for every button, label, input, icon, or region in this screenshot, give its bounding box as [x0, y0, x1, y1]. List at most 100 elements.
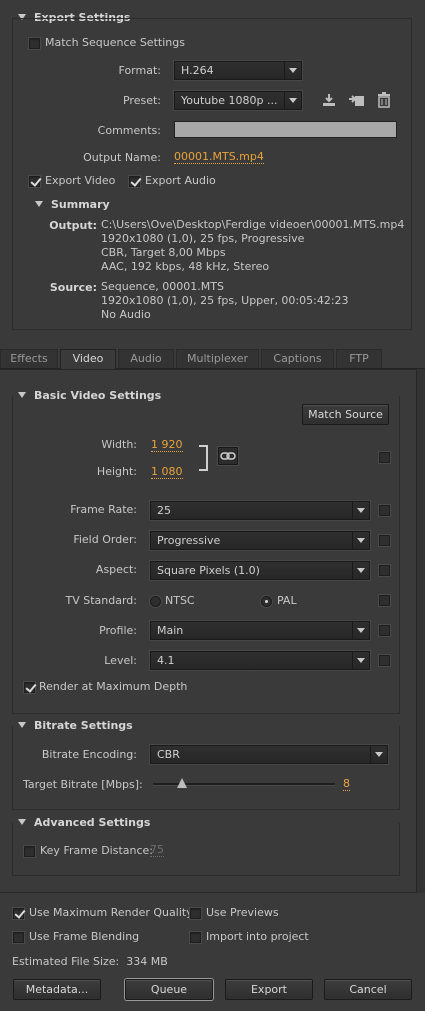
match-source-button[interactable]: Match Source [302, 404, 389, 425]
render-max-depth-checkbox[interactable] [24, 682, 35, 693]
use-previews-checkbox[interactable] [190, 908, 201, 919]
summary-source-line: No Audio [101, 308, 151, 321]
dropdown-arrow-icon [284, 62, 301, 79]
bitrate-encoding-value: CBR [157, 748, 180, 761]
field-order-value: Progressive [157, 534, 221, 547]
width-value[interactable]: 1 920 [151, 439, 183, 452]
frame-rate-label: Frame Rate: [70, 503, 137, 516]
summary-output-line: AAC, 192 kbps, 48 kHz, Stereo [101, 260, 270, 273]
level-dropdown[interactable]: 4.1 [150, 651, 370, 670]
link-dimensions-button[interactable] [218, 447, 238, 465]
field-order-dropdown[interactable]: Progressive [150, 531, 370, 550]
comments-input[interactable] [174, 121, 397, 138]
tv-standard-label: TV Standard: [65, 594, 138, 607]
queue-button[interactable]: Queue [125, 979, 213, 1000]
use-previews-label: Use Previews [206, 906, 279, 919]
profile-dropdown[interactable]: Main [150, 621, 370, 640]
comments-label: Comments: [97, 124, 161, 137]
frame-rate-dropdown[interactable]: 25 [150, 501, 370, 520]
summary-header[interactable]: Summary [35, 198, 110, 211]
aspect-lock-bracket [199, 445, 208, 471]
target-bitrate-slider-thumb[interactable] [177, 778, 188, 788]
max-render-quality-label: Use Maximum Render Quality [29, 906, 193, 919]
export-video-label: Export Video [45, 174, 116, 187]
tab-effects[interactable]: Effects [0, 349, 58, 368]
format-dropdown[interactable]: H.264 [174, 61, 302, 80]
dropdown-arrow-icon [352, 532, 369, 549]
match-sequence-checkbox[interactable] [29, 38, 40, 49]
export-button[interactable]: Export [225, 979, 313, 1000]
summary-source-text: Sequence, 00001.MTS 1920x1080 (1,0), 25 … [101, 280, 349, 322]
delete-preset-icon[interactable] [377, 92, 391, 108]
preset-dropdown[interactable]: Youtube 1080p ... [174, 91, 302, 110]
bitrate-encoding-dropdown[interactable]: CBR [150, 745, 388, 764]
bitrate-panel [12, 726, 400, 810]
tab-multiplexer[interactable]: Multiplexer [176, 349, 259, 368]
import-preset-icon[interactable] [348, 92, 366, 108]
cancel-button[interactable]: Cancel [324, 979, 412, 1000]
summary-output-label: Output: [49, 219, 97, 232]
render-max-depth-label: Render at Maximum Depth [39, 680, 188, 693]
target-bitrate-value[interactable]: 8 [343, 778, 350, 791]
aspect-value: Square Pixels (1.0) [157, 564, 260, 577]
export-video-checkbox[interactable] [29, 176, 40, 187]
summary-source-line: Sequence, 00001.MTS [101, 280, 224, 293]
summary-source-label: Source: [49, 281, 97, 294]
profile-value: Main [157, 624, 184, 637]
level-override-checkbox[interactable] [379, 655, 390, 666]
dropdown-arrow-icon [352, 562, 369, 579]
level-label: Level: [104, 654, 137, 667]
profile-label: Profile: [99, 624, 137, 637]
tab-video[interactable]: Video [60, 349, 116, 369]
tab-audio[interactable]: Audio [118, 349, 174, 368]
pal-radio[interactable] [261, 596, 272, 607]
key-frame-distance-value: 75 [150, 843, 164, 857]
ntsc-radio[interactable] [150, 596, 161, 607]
export-audio-label: Export Audio [145, 174, 216, 187]
estimated-file-size-value: 334 MB [126, 955, 168, 968]
chain-link-icon [220, 452, 236, 460]
dropdown-arrow-icon [352, 622, 369, 639]
tab-captions[interactable]: Captions [261, 349, 334, 368]
profile-override-checkbox[interactable] [379, 625, 390, 636]
height-value[interactable]: 1 080 [151, 466, 183, 479]
metadata-button[interactable]: Metadata... [13, 979, 101, 1000]
format-label: Format: [118, 64, 161, 77]
preset-label: Preset: [122, 94, 161, 107]
frame-blending-checkbox[interactable] [13, 932, 24, 943]
ntsc-label: NTSC [165, 594, 195, 607]
aspect-override-checkbox[interactable] [379, 565, 390, 576]
tv-standard-override-checkbox[interactable] [379, 595, 390, 606]
summary-output-line: 1920x1080 (1,0), 25 fps, Progressive [101, 232, 305, 245]
key-frame-distance-checkbox[interactable] [24, 846, 35, 857]
estimated-file-size-label: Estimated File Size: [12, 955, 120, 968]
dropdown-arrow-icon [284, 92, 301, 109]
output-name-label: Output Name: [83, 151, 161, 164]
collapse-triangle-icon [35, 201, 43, 207]
frame-rate-value: 25 [157, 504, 171, 517]
dropdown-arrow-icon [352, 502, 369, 519]
dimensions-override-checkbox[interactable] [379, 452, 390, 463]
save-preset-icon[interactable] [321, 92, 337, 108]
width-label: Width: [101, 438, 137, 451]
dropdown-arrow-icon [352, 652, 369, 669]
key-frame-distance-label: Key Frame Distance: [40, 844, 154, 857]
summary-title: Summary [51, 198, 110, 211]
max-render-quality-checkbox[interactable] [13, 908, 24, 919]
level-value: 4.1 [157, 654, 175, 667]
height-label: Height: [96, 465, 137, 478]
scrollbar-track[interactable] [417, 369, 425, 893]
format-value: H.264 [181, 64, 214, 77]
tab-ftp[interactable]: FTP [336, 349, 382, 368]
output-name-link[interactable]: 00001.MTS.mp4 [174, 151, 264, 164]
aspect-dropdown[interactable]: Square Pixels (1.0) [150, 561, 370, 580]
summary-output-text: C:\Users\Ove\Desktop\Ferdige videoer\000… [101, 218, 404, 274]
import-project-checkbox[interactable] [190, 932, 201, 943]
export-audio-checkbox[interactable] [129, 176, 140, 187]
match-sequence-label: Match Sequence Settings [45, 36, 185, 49]
field-order-override-checkbox[interactable] [379, 535, 390, 546]
frame-rate-override-checkbox[interactable] [379, 505, 390, 516]
import-project-label: Import into project [206, 930, 309, 943]
target-bitrate-label: Target Bitrate [Mbps]: [23, 778, 143, 791]
frame-blending-label: Use Frame Blending [29, 930, 140, 943]
